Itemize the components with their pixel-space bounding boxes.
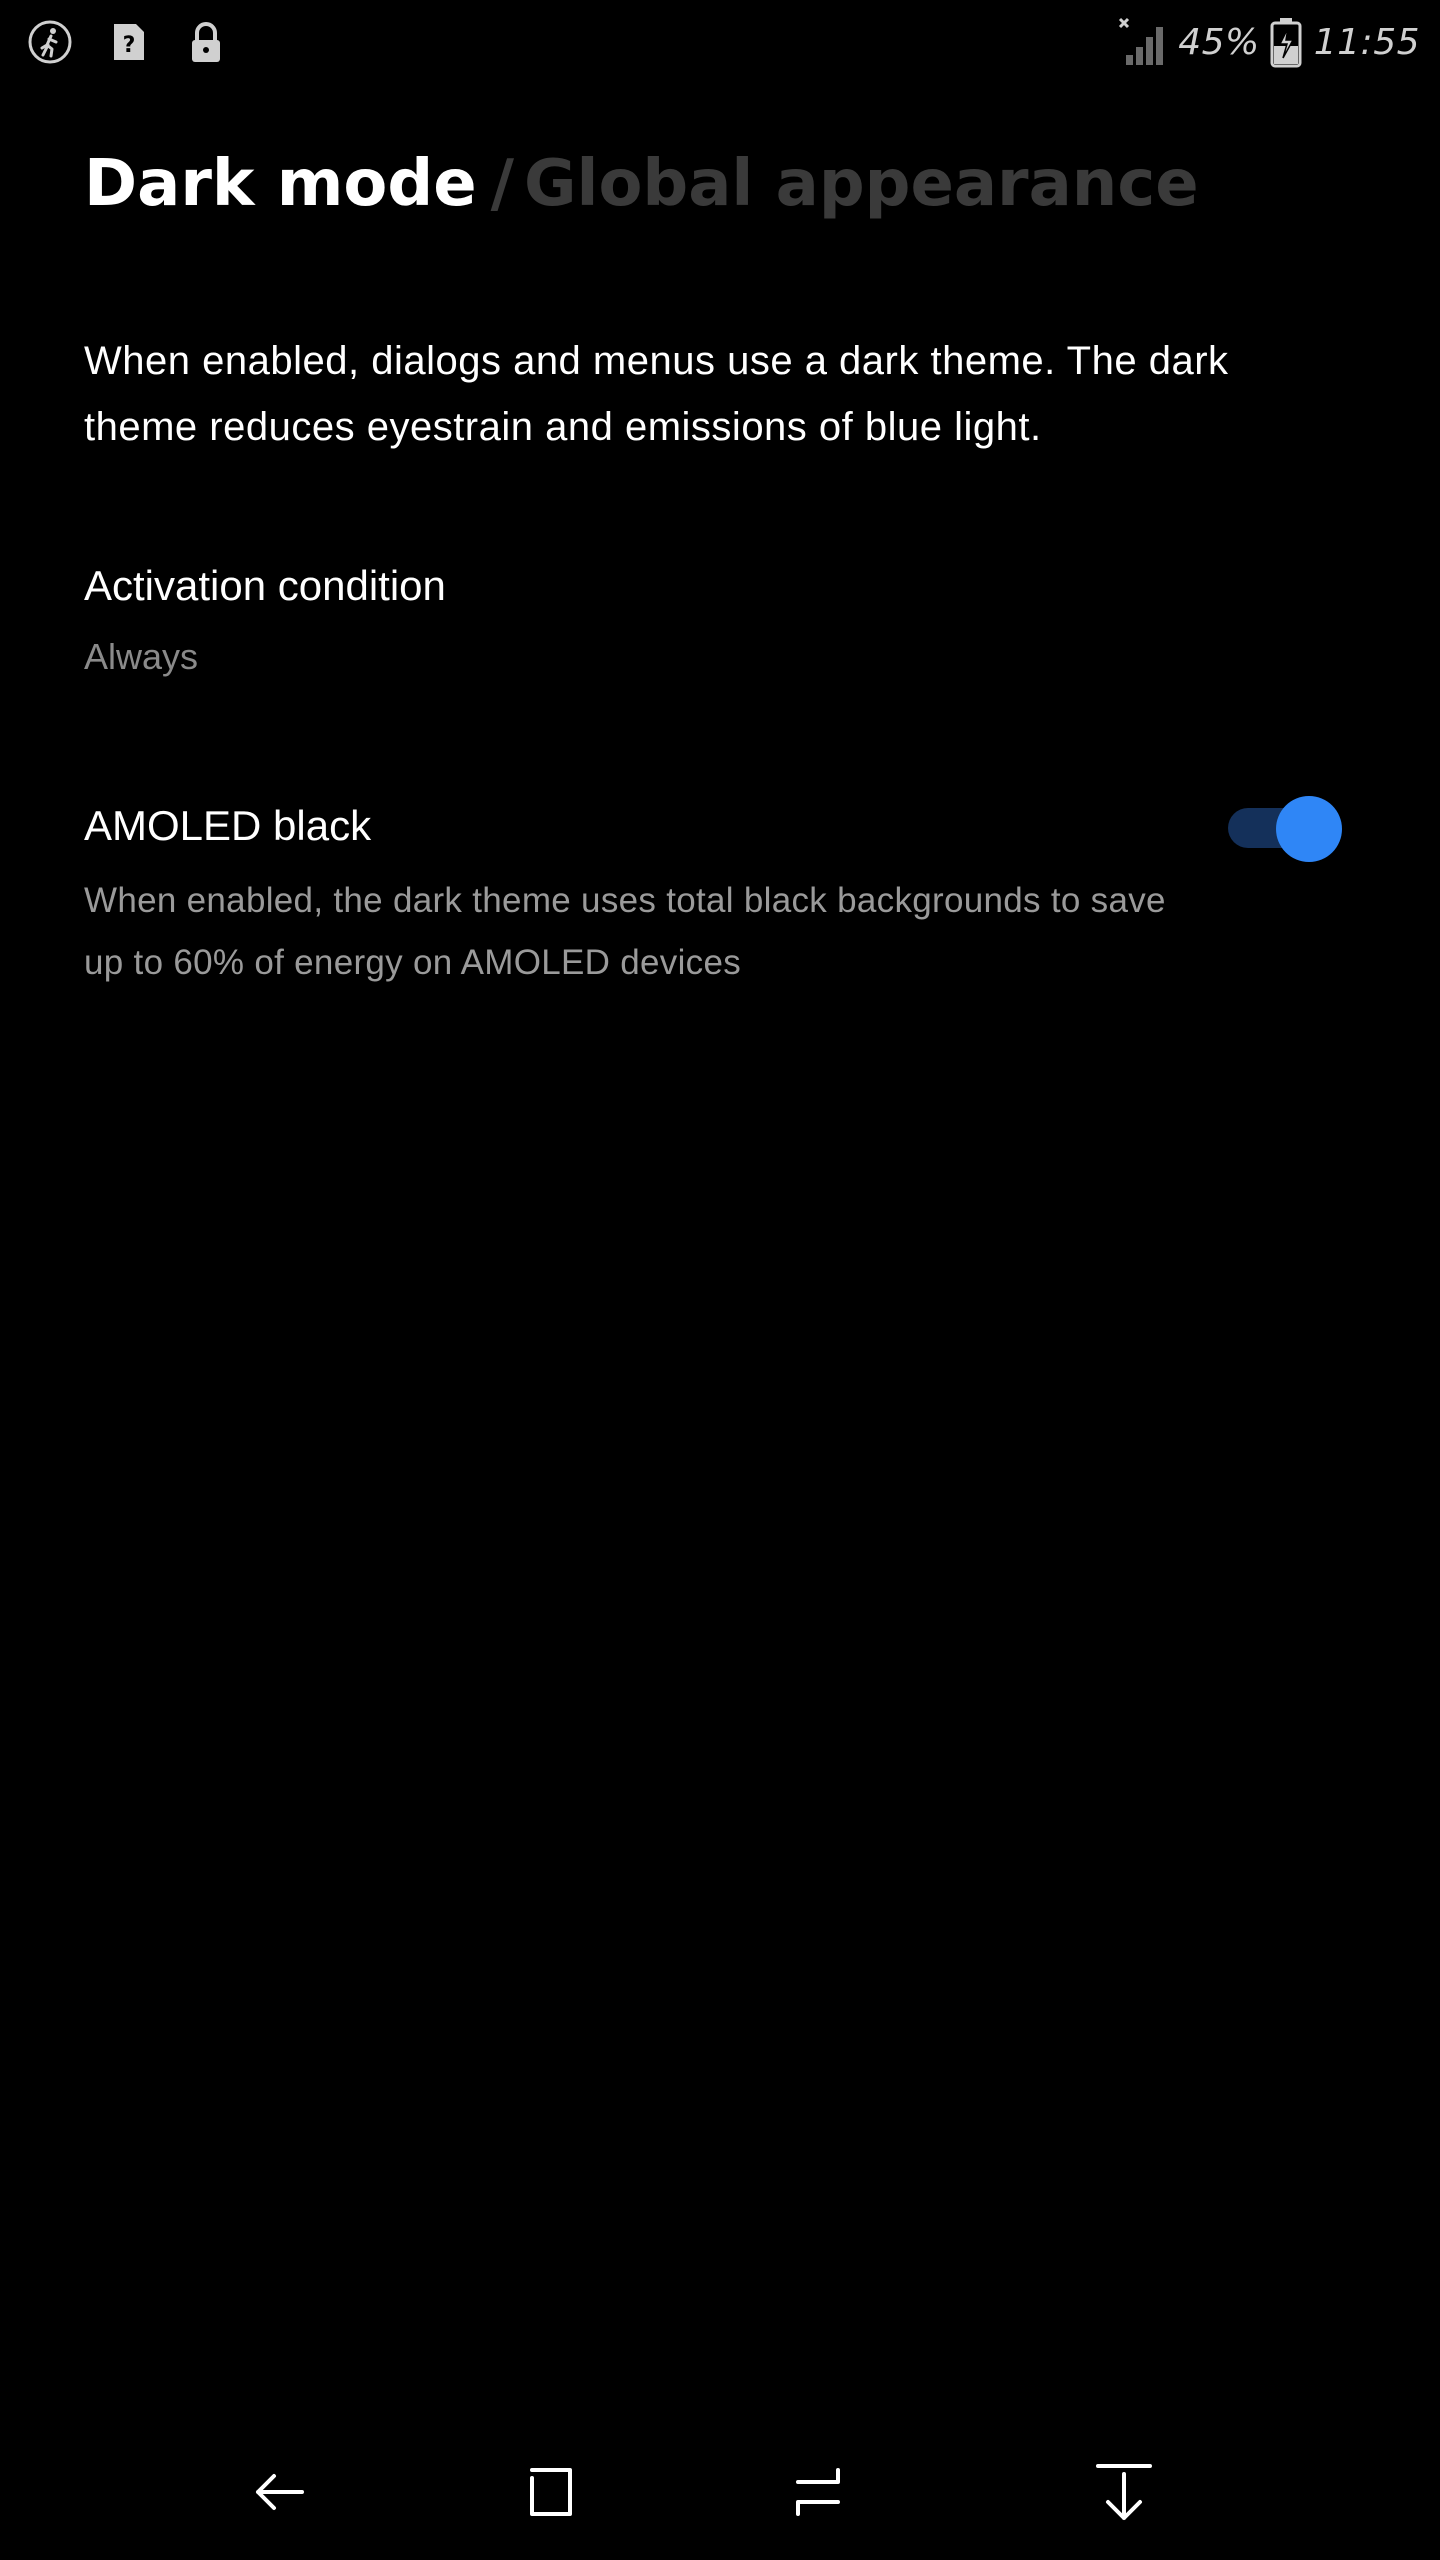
toggle-knob: [1276, 796, 1342, 862]
breadcrumb-parent-link[interactable]: Global appearance: [524, 147, 1199, 221]
dark-mode-description: When enabled, dialogs and menus use a da…: [84, 339, 1229, 449]
back-button[interactable]: [238, 2450, 322, 2534]
battery-charging-icon: [1270, 18, 1302, 68]
lock-icon: [192, 22, 220, 62]
svg-text:?: ?: [123, 33, 136, 58]
hide-keyboard-button[interactable]: [1082, 2450, 1166, 2534]
home-square-icon: [530, 2468, 572, 2516]
amoled-black-title: AMOLED black: [84, 802, 372, 849]
recents-button[interactable]: [776, 2450, 860, 2534]
unknown-app-icon: ?: [114, 24, 144, 60]
amoled-black-description: When enabled, the dark theme uses total …: [84, 881, 1166, 982]
signal-no-service-icon: [1119, 17, 1164, 65]
activation-condition-setting[interactable]: Activation condition Always: [84, 556, 1284, 684]
amoled-black-toggle[interactable]: [1228, 796, 1346, 862]
hide-keyboard-down-icon: [1096, 2464, 1152, 2520]
amoled-black-setting[interactable]: AMOLED black When enabled, the dark them…: [84, 796, 1374, 994]
breadcrumb: Dark mode / Global appearance: [84, 138, 1199, 230]
activation-condition-title: Activation condition: [84, 562, 446, 609]
recents-icon: [796, 2468, 840, 2516]
back-arrow-icon: [256, 2474, 304, 2510]
navigation-bar: [0, 2424, 1440, 2560]
accessibility-walk-icon: [28, 20, 72, 64]
status-bar-notification-icons: ?: [26, 16, 230, 68]
breadcrumb-separator: /: [490, 147, 514, 221]
home-button[interactable]: [508, 2450, 592, 2534]
page-title: Dark mode: [84, 147, 477, 221]
clock: 11:55: [1313, 21, 1420, 63]
status-bar: ? 45% 11:55: [0, 0, 1440, 84]
battery-percent: 45%: [1178, 21, 1260, 63]
activation-condition-value: Always: [84, 636, 199, 677]
status-bar-system-icons: 45% 11:55: [1116, 14, 1420, 70]
